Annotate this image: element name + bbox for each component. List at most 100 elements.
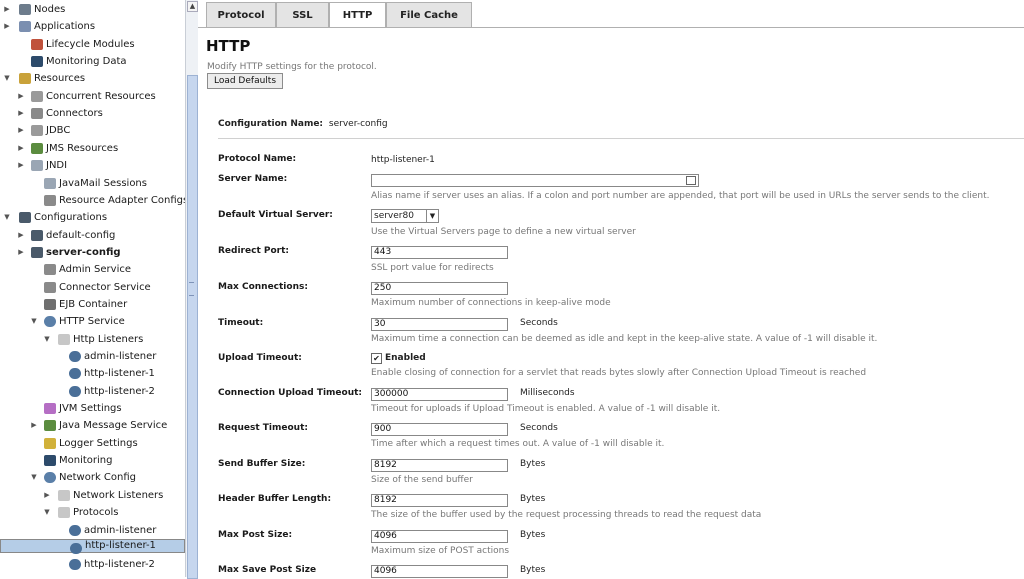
tree-item[interactable]: ▶ Java Message Service bbox=[0, 417, 185, 434]
expand-arrow-icon[interactable]: ▶ bbox=[17, 122, 25, 139]
tree-item[interactable]: ▼ Protocols bbox=[0, 504, 185, 521]
expand-arrow-icon[interactable]: ▶ bbox=[17, 88, 25, 105]
tab-ssl[interactable]: SSL bbox=[276, 2, 329, 28]
expand-arrow-icon[interactable]: ▶ bbox=[17, 244, 25, 261]
tree-item[interactable]: EJB Container bbox=[0, 296, 185, 313]
tab-file-cache[interactable]: File Cache bbox=[386, 2, 472, 28]
scroll-thumb[interactable] bbox=[187, 75, 198, 579]
tree-item[interactable]: ▼ Network Config bbox=[0, 469, 185, 486]
tree-item-label: Resource Adapter Configs bbox=[59, 194, 185, 206]
max-connections-input[interactable]: 250 bbox=[371, 282, 508, 295]
tree-item[interactable]: Monitoring bbox=[0, 452, 185, 469]
expand-arrow-icon[interactable]: ▶ bbox=[30, 417, 38, 434]
tree-item[interactable]: ▶ Concurrent Resources bbox=[0, 88, 185, 105]
request-timeout-label: Request Timeout: bbox=[218, 423, 308, 433]
tree-item[interactable]: Admin Service bbox=[0, 261, 185, 278]
connection-upload-timeout-input[interactable]: 300000 bbox=[371, 388, 508, 401]
send-buffer-size-label: Send Buffer Size: bbox=[218, 459, 306, 469]
tree-item[interactable]: http-listener-1 bbox=[0, 538, 185, 554]
tree-item[interactable]: ▶ Applications bbox=[0, 18, 185, 35]
load-defaults-button[interactable]: Load Defaults bbox=[207, 73, 283, 89]
tree-item[interactable]: ▼ Configurations bbox=[0, 209, 185, 226]
chevron-down-icon[interactable]: ▼ bbox=[426, 210, 438, 222]
collapse-arrow-icon[interactable]: ▼ bbox=[3, 70, 11, 87]
collapse-arrow-icon[interactable]: ▼ bbox=[3, 209, 11, 226]
tree-item[interactable]: http-listener-2 bbox=[0, 383, 185, 400]
default-virtual-server-value: server80 bbox=[374, 211, 414, 221]
tree-item[interactable]: ▼ Http Listeners bbox=[0, 331, 185, 348]
tree-item[interactable]: admin-listener bbox=[0, 522, 185, 539]
expand-arrow-icon[interactable]: ▶ bbox=[17, 140, 25, 157]
tree-item[interactable]: ▼ Resources bbox=[0, 70, 185, 87]
upload-timeout-checkbox-label: Enabled bbox=[385, 353, 426, 363]
tree-item[interactable]: http-listener-1 bbox=[0, 365, 185, 382]
tree-item[interactable]: admin-listener bbox=[0, 348, 185, 365]
redirect-port-input[interactable]: 443 bbox=[371, 246, 508, 259]
default-virtual-server-select[interactable]: server80 ▼ bbox=[371, 209, 439, 223]
tree-item-label: admin-listener bbox=[84, 351, 157, 362]
send-buffer-size-input[interactable]: 8192 bbox=[371, 459, 508, 472]
tree-item[interactable]: http-listener-2 bbox=[0, 556, 185, 573]
listener-icon bbox=[69, 524, 81, 536]
timeout-unit: Seconds bbox=[520, 318, 558, 328]
collapse-arrow-icon[interactable]: ▼ bbox=[43, 504, 51, 521]
tree-item[interactable]: Monitoring Data bbox=[0, 53, 185, 70]
tree-item[interactable]: ▶ Connectors bbox=[0, 105, 185, 122]
expand-arrow-icon[interactable]: ▶ bbox=[17, 105, 25, 122]
redirect-port-help: SSL port value for redirects bbox=[371, 263, 494, 273]
expand-arrow-icon[interactable]: ▶ bbox=[17, 157, 25, 174]
tree-item-label: default-config bbox=[46, 229, 116, 241]
tree-item[interactable]: JVM Settings bbox=[0, 400, 185, 417]
collapse-arrow-icon[interactable]: ▼ bbox=[30, 313, 38, 330]
request-timeout-input[interactable]: 900 bbox=[371, 423, 508, 436]
checkmark-icon[interactable]: ✔ bbox=[371, 353, 382, 364]
expand-arrow-icon[interactable]: ▶ bbox=[17, 227, 25, 244]
send-buffer-size-unit: Bytes bbox=[520, 459, 546, 469]
tab-http[interactable]: HTTP bbox=[329, 2, 386, 28]
tree-item[interactable]: ▶ JDBC bbox=[0, 122, 185, 139]
tree-item[interactable]: ▶ server-config bbox=[0, 244, 185, 261]
tree-item[interactable]: Lifecycle Modules bbox=[0, 36, 185, 53]
applications-icon bbox=[19, 21, 31, 33]
server-name-label: Server Name: bbox=[218, 174, 288, 184]
splitter-grip[interactable] bbox=[189, 282, 194, 296]
max-save-post-size-input[interactable]: 4096 bbox=[371, 565, 508, 578]
tree-item-label: Connectors bbox=[46, 108, 103, 120]
tree-item[interactable]: Resource Adapter Configs bbox=[0, 192, 185, 209]
expand-arrow-icon[interactable]: ▶ bbox=[43, 487, 51, 504]
list-picker-icon[interactable] bbox=[686, 176, 696, 185]
collapse-arrow-icon[interactable]: ▼ bbox=[43, 331, 51, 348]
header-buffer-length-input[interactable]: 8192 bbox=[371, 494, 508, 507]
tree-item[interactable]: Logger Settings bbox=[0, 435, 185, 452]
timeout-input[interactable]: 30 bbox=[371, 318, 508, 331]
upload-timeout-checkbox[interactable]: ✔ Enabled bbox=[371, 353, 426, 364]
tree-item[interactable]: ▶ Nodes bbox=[0, 1, 185, 18]
tree-item[interactable]: ▶ JMS Resources bbox=[0, 140, 185, 157]
listener-icon bbox=[69, 368, 81, 380]
max-connections-help: Maximum number of connections in keep-al… bbox=[371, 298, 611, 308]
tree-item[interactable]: Connector Service bbox=[0, 279, 185, 296]
tree-item-label: Monitoring bbox=[59, 455, 113, 467]
database-icon bbox=[31, 125, 43, 137]
tree-item[interactable]: ▶ default-config bbox=[0, 227, 185, 244]
tree-scrollbar[interactable]: ▲ bbox=[185, 0, 198, 579]
globe-icon bbox=[44, 472, 56, 484]
tree-item[interactable]: JavaMail Sessions bbox=[0, 175, 185, 192]
tree-item[interactable]: ▶ Network Listeners bbox=[0, 487, 185, 504]
ejb-icon bbox=[44, 298, 56, 310]
tree-item-label: Resources bbox=[34, 73, 86, 85]
request-timeout-unit: Seconds bbox=[520, 423, 558, 433]
scroll-up-arrow-icon[interactable]: ▲ bbox=[187, 1, 198, 12]
listener-icon bbox=[70, 542, 82, 554]
server-name-input[interactable] bbox=[371, 174, 699, 187]
expand-arrow-icon[interactable]: ▶ bbox=[3, 1, 11, 18]
tree-item-label: JVM Settings bbox=[59, 403, 122, 415]
tab-protocol[interactable]: Protocol bbox=[206, 2, 276, 28]
tree-item[interactable]: ▶ JNDI bbox=[0, 157, 185, 174]
expand-arrow-icon[interactable]: ▶ bbox=[3, 18, 11, 35]
tree-item-label: Monitoring Data bbox=[46, 56, 127, 68]
max-post-size-input[interactable]: 4096 bbox=[371, 530, 508, 543]
collapse-arrow-icon[interactable]: ▼ bbox=[30, 469, 38, 486]
tree-item-label: Lifecycle Modules bbox=[46, 38, 135, 50]
tree-item[interactable]: ▼ HTTP Service bbox=[0, 313, 185, 330]
